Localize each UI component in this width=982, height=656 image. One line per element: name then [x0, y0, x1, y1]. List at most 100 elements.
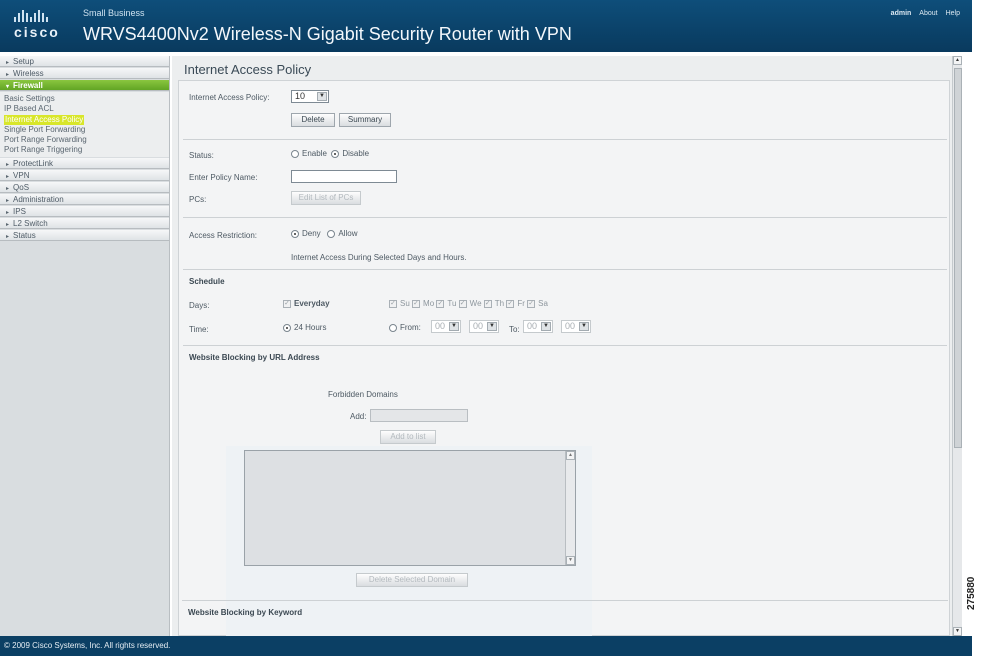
disable-radio-label: Disable [342, 149, 370, 158]
day-label-su: Su [400, 299, 410, 308]
edit-pcs-button[interactable]: Edit List of PCs [291, 191, 361, 205]
allow-radio-label: Allow [338, 229, 358, 238]
to-hour-select[interactable]: 00 ▼ [523, 320, 553, 333]
list-scrollbar[interactable]: ▲ ▼ [565, 451, 575, 565]
checkbox-we[interactable]: ✓ [458, 299, 467, 308]
submenu-internet-access-policy[interactable]: Internet Access Policy [4, 115, 85, 125]
checkbox-fr[interactable]: ✓ [506, 299, 515, 308]
from-label: From: [400, 323, 421, 332]
from-hour-select[interactable]: 00 ▼ [431, 320, 461, 333]
allow-radio[interactable] [327, 229, 336, 238]
to-label: To: [509, 325, 520, 334]
sidebar-item-vpn[interactable]: VPN [0, 170, 169, 181]
scroll-thumb[interactable] [954, 68, 962, 448]
keyword-blocking-heading: Website Blocking by Keyword [188, 608, 303, 617]
24-hours-radio[interactable] [283, 323, 291, 332]
help-link[interactable]: Help [946, 10, 960, 17]
add-domain-label: Add: [350, 412, 367, 421]
sidebar-item-wireless[interactable]: Wireless [0, 68, 169, 79]
add-to-list-button[interactable]: Add to list [380, 430, 436, 444]
sidebar-item-setup[interactable]: Setup [0, 56, 169, 67]
add-domain-input[interactable] [370, 409, 468, 422]
cisco-logo: cisco [14, 10, 66, 46]
everyday-label: Everyday [294, 299, 330, 308]
everyday-checkbox[interactable]: ✓ [283, 299, 291, 308]
header-links: admin About Help [891, 10, 960, 17]
scroll-up-icon[interactable]: ▲ [566, 451, 575, 460]
footer: © 2009 Cisco Systems, Inc. All rights re… [0, 636, 972, 656]
summary-button[interactable]: Summary [339, 113, 391, 127]
from-minute-select[interactable]: 00 ▼ [469, 320, 499, 333]
product-line: Small Business [83, 8, 145, 18]
divider [182, 600, 948, 601]
24-hours-label: 24 Hours [294, 323, 327, 332]
to-minute-select[interactable]: 00 ▼ [561, 320, 591, 333]
day-label-mo: Mo [423, 299, 435, 308]
figure-reference-number: 275880 [966, 576, 977, 610]
admin-link[interactable]: admin [891, 10, 912, 17]
router-model-title: WRVS4400Nv2 Wireless-N Gigabit Security … [83, 24, 572, 44]
day-label-fr: Fr [517, 299, 525, 308]
page-scrollbar[interactable]: ▲ ▼ [952, 56, 962, 636]
day-label-we: We [469, 299, 482, 308]
to-minute-value: 00 [565, 321, 576, 331]
access-radio-group: Deny Allow [291, 229, 357, 238]
pcs-label: PCs: [189, 195, 207, 204]
submenu-port-range-triggering[interactable]: Port Range Triggering [4, 145, 169, 155]
time-label: Time: [189, 325, 209, 334]
day-label-th: Th [494, 299, 505, 308]
sidebar-item-firewall[interactable]: Firewall [0, 80, 169, 91]
sidebar-item-status[interactable]: Status [0, 230, 169, 241]
sidebar-item-ips[interactable]: IPS [0, 206, 169, 217]
page-title: Internet Access Policy [184, 62, 312, 77]
scroll-up-icon[interactable]: ▲ [953, 56, 962, 65]
24-hours-radio-group: 24 Hours [283, 323, 326, 332]
chevron-down-icon: ▼ [579, 322, 589, 331]
to-hour-value: 00 [527, 321, 538, 331]
forbidden-domains-list[interactable]: ▲ ▼ [244, 450, 576, 566]
policy-number-value: 10 [295, 91, 306, 101]
chevron-down-icon: ▼ [449, 322, 459, 331]
forbidden-domains-label: Forbidden Domains [328, 390, 398, 399]
delete-selected-domain-button[interactable]: Delete Selected Domain [356, 573, 468, 587]
main-content: Internet Access Policy Internet Access P… [172, 56, 952, 654]
submenu-basic-settings[interactable]: Basic Settings [4, 94, 169, 104]
enable-radio[interactable] [291, 149, 299, 158]
sidebar-item-administration[interactable]: Administration [0, 194, 169, 205]
policy-number-label: Internet Access Policy: [189, 93, 270, 102]
enable-radio-label: Enable [302, 149, 327, 158]
day-label-tu: Tu [447, 299, 457, 308]
deny-radio-label: Deny [302, 229, 321, 238]
cisco-bars-icon [14, 10, 66, 22]
from-radio-group: From: [389, 323, 421, 332]
divider [183, 217, 947, 218]
submenu-port-range-forwarding[interactable]: Port Range Forwarding [4, 135, 169, 145]
sidebar-item-qos[interactable]: QoS [0, 182, 169, 193]
firewall-submenu: Basic Settings IP Based ACL Internet Acc… [0, 92, 169, 157]
cisco-wordmark: cisco [14, 24, 60, 40]
deny-radio[interactable] [291, 229, 299, 238]
from-hour-value: 00 [435, 321, 446, 331]
day-label-sa: Sa [538, 299, 548, 308]
checkbox-th[interactable]: ✓ [483, 299, 492, 308]
about-link[interactable]: About [919, 10, 937, 17]
scroll-down-icon[interactable]: ▼ [566, 556, 575, 565]
checkbox-tu[interactable]: ✓ [436, 299, 445, 308]
policy-number-select[interactable]: 10 ▼ [291, 90, 329, 103]
checkbox-mo[interactable]: ✓ [412, 299, 421, 308]
sidebar-item-l2-switch[interactable]: L2 Switch [0, 218, 169, 229]
submenu-ip-based-acl[interactable]: IP Based ACL [4, 104, 169, 114]
scroll-down-icon[interactable]: ▼ [953, 627, 962, 636]
divider [183, 269, 947, 270]
from-radio[interactable] [389, 323, 397, 332]
delete-button[interactable]: Delete [291, 113, 335, 127]
checkbox-sa[interactable]: ✓ [527, 299, 536, 308]
policy-name-input[interactable] [291, 170, 397, 183]
policy-name-label: Enter Policy Name: [189, 173, 258, 182]
schedule-heading: Schedule [189, 277, 225, 286]
disable-radio[interactable] [331, 149, 340, 158]
submenu-single-port-forwarding[interactable]: Single Port Forwarding [4, 125, 169, 135]
from-minute-value: 00 [473, 321, 484, 331]
checkbox-su[interactable]: ✓ [389, 299, 397, 308]
sidebar-item-protectlink[interactable]: ProtectLink [0, 158, 169, 169]
